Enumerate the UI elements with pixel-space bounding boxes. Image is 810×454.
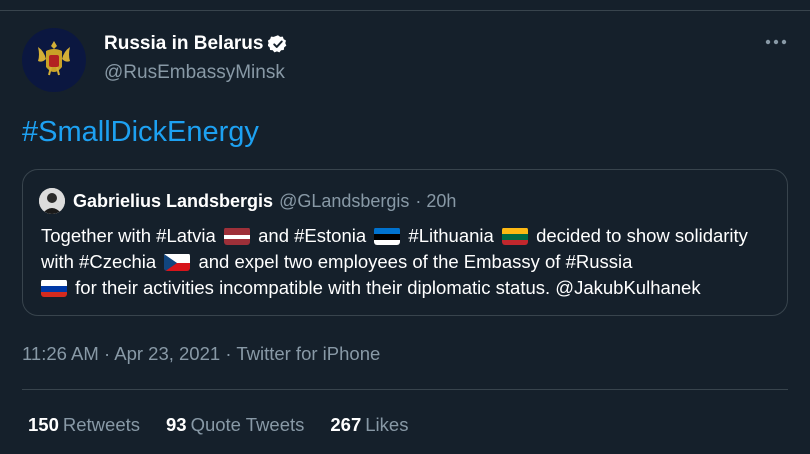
author-display-name-row: Russia in Belarus — [104, 32, 288, 56]
tweet-time-link[interactable]: 11:26 AM — [22, 343, 99, 364]
quoted-display-name: Gabrielius Landsbergis — [73, 190, 274, 211]
retweets-stat-link[interactable]: 150 Retweets — [28, 414, 140, 436]
quoted-tweet-body: Together with #Latvia and #Estonia #Lith… — [41, 223, 781, 301]
author-handle[interactable]: @RusEmbassyMinsk — [104, 60, 288, 86]
latvia-flag-icon — [223, 227, 250, 245]
tweet-stats: 150 Retweets 93 Quote Tweets 267 Likes — [28, 414, 434, 436]
retweets-label: Retweets — [62, 414, 140, 435]
quoted-text-segment: #Lithuania — [408, 225, 494, 246]
tweet-meta: 11:26 AM · Apr 23, 2021 · Twitter for iP… — [22, 343, 380, 365]
avatar[interactable] — [22, 28, 86, 92]
tweet-date-link[interactable]: Apr 23, 2021 — [114, 343, 220, 364]
likes-label: Likes — [365, 414, 409, 435]
quoted-text-segment: and expel two employees of the Embassy o… — [198, 251, 633, 272]
likes-count: 267 — [330, 414, 362, 435]
top-divider — [0, 10, 810, 11]
tweet-hashtag-link[interactable]: #SmallDickEnergy — [22, 116, 259, 149]
author-names: Russia in Belarus @RusEmbassyMinsk — [104, 32, 288, 86]
estonia-flag-icon — [374, 227, 401, 245]
stats-divider — [22, 389, 788, 390]
tweet-source-link[interactable]: Twitter for iPhone — [236, 343, 380, 364]
retweets-count: 150 — [28, 414, 59, 435]
verified-badge-icon — [268, 34, 288, 54]
author-display-name[interactable]: Russia in Belarus — [104, 32, 263, 56]
quoted-text-segment: Together with #Latvia — [41, 225, 216, 246]
quote-tweets-stat-link[interactable]: 93 Quote Tweets — [166, 414, 304, 436]
person-silhouette-icon — [39, 188, 65, 214]
russia-flag-icon — [41, 279, 67, 297]
quoted-handle: @GLandsbergis — [279, 190, 410, 211]
lithuania-flag-icon — [501, 227, 528, 245]
quoted-time: · 20h — [415, 190, 457, 211]
quoted-avatar[interactable] — [39, 188, 65, 214]
quotes-count: 93 — [166, 414, 187, 435]
quotes-label: Quote Tweets — [190, 414, 305, 435]
czechia-flag-icon — [164, 253, 191, 271]
quoted-tweet-header: Gabrielius Landsbergis @GLandsbergis · 2… — [39, 188, 456, 214]
meta-separator: · — [225, 343, 232, 364]
eagle-emblem-icon — [38, 41, 70, 76]
tweet-header: Russia in Belarus @RusEmbassyMinsk — [22, 28, 288, 92]
likes-stat-link[interactable]: 267 Likes — [330, 414, 408, 436]
meta-separator: · — [103, 343, 111, 364]
quoted-text-segment: and #Estonia — [258, 225, 367, 246]
quoted-text-segment: for their activities incompatible with t… — [75, 277, 701, 298]
more-options-icon[interactable] — [764, 30, 788, 54]
quoted-tweet-card[interactable]: Gabrielius Landsbergis @GLandsbergis · 2… — [22, 169, 788, 316]
